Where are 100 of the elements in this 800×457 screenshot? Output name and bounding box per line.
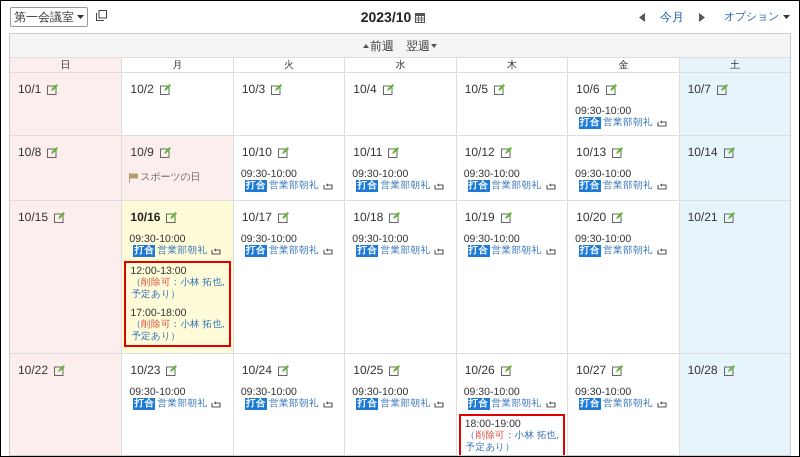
event-time: 09:30-10:00 — [240, 168, 298, 180]
event-tag: 打合 — [468, 245, 490, 257]
event-title[interactable]: 営業部朝礼 — [268, 245, 319, 257]
day-date[interactable]: 10/16 — [130, 208, 160, 226]
edit-icon[interactable] — [278, 146, 289, 158]
day-date[interactable]: 10/14 — [688, 143, 718, 161]
event-title[interactable]: 営業部朝礼 — [268, 180, 319, 192]
edit-icon[interactable] — [47, 146, 58, 158]
event-title[interactable]: 営業部朝礼 — [603, 398, 654, 410]
event-time: 17:00-18:00 — [130, 307, 188, 319]
weekday-header: 木 — [456, 58, 568, 73]
event-title[interactable]: 営業部朝礼 — [380, 398, 430, 410]
next-week-link[interactable]: 翌週 — [406, 36, 437, 54]
edit-icon[interactable] — [47, 84, 58, 94]
edit-icon[interactable] — [382, 84, 394, 94]
day-date[interactable]: 10/11 — [353, 143, 382, 161]
edit-icon[interactable] — [160, 84, 171, 94]
event-title[interactable]: 営業部朝礼 — [157, 398, 208, 410]
edit-icon[interactable] — [54, 364, 66, 376]
options-menu[interactable]: オプション — [724, 8, 790, 26]
event-time: 09:30-10:00 — [240, 233, 298, 245]
edit-icon[interactable] — [724, 364, 735, 376]
edit-icon[interactable] — [389, 364, 400, 376]
day-date[interactable]: 10/27 — [576, 361, 606, 379]
day-date[interactable]: 10/12 — [464, 143, 495, 161]
next-icon[interactable] — [699, 12, 705, 22]
edit-icon[interactable] — [500, 364, 512, 376]
previous-icon[interactable] — [639, 12, 645, 22]
new-window-icon[interactable] — [96, 10, 107, 20]
day-date[interactable]: 10/5 — [464, 80, 488, 98]
day-date[interactable]: 10/9 — [130, 143, 154, 161]
day-date[interactable]: 10/1 — [18, 80, 42, 98]
event-time: 09:30-10:00 — [352, 168, 410, 180]
day-date[interactable]: 10/20 — [576, 208, 606, 226]
edit-icon[interactable] — [160, 146, 171, 158]
weekday-header: 日 — [10, 58, 122, 73]
edit-icon[interactable] — [716, 84, 728, 94]
event-title[interactable]: 営業部朝礼 — [603, 180, 654, 192]
event-title[interactable]: 営業部朝礼 — [603, 245, 654, 257]
edit-icon[interactable] — [724, 146, 735, 158]
day-date[interactable]: 10/26 — [464, 361, 495, 379]
edit-icon[interactable] — [724, 212, 735, 222]
day-date[interactable]: 10/21 — [688, 208, 718, 226]
current-month-link[interactable]: 今月 — [660, 8, 684, 26]
day-date[interactable]: 10/18 — [353, 208, 384, 226]
day-date[interactable]: 10/13 — [576, 143, 606, 161]
previous-week-link[interactable]: 前週 — [363, 36, 394, 54]
edit-icon[interactable] — [500, 146, 512, 158]
edit-icon[interactable] — [612, 364, 624, 376]
event-title[interactable]: 営業部朝礼 — [492, 180, 542, 192]
caret-icon — [783, 15, 790, 19]
event-title[interactable]: 営業部朝礼 — [157, 245, 208, 257]
event-title[interactable]: 営業部朝礼 — [492, 398, 542, 410]
day-date[interactable]: 10/10 — [242, 143, 272, 161]
edit-icon[interactable] — [166, 364, 178, 376]
day-date[interactable]: 10/24 — [242, 361, 272, 379]
edit-icon[interactable] — [54, 212, 66, 222]
conflict-note[interactable]: （削除可：小林 拓也, 予定あり） — [464, 430, 560, 454]
day-date[interactable]: 10/25 — [353, 361, 384, 379]
event-tag: 打合 — [133, 398, 156, 410]
event-time: 09:30-10:00 — [464, 233, 521, 245]
day-date[interactable]: 10/4 — [353, 80, 377, 98]
day-date[interactable]: 10/17 — [242, 208, 272, 226]
event-time: 09:30-10:00 — [129, 233, 186, 245]
event-title[interactable]: 営業部朝礼 — [603, 117, 654, 129]
event-time: 09:30-10:00 — [352, 233, 410, 245]
day-date[interactable]: 10/2 — [130, 80, 154, 98]
event-title[interactable]: 営業部朝礼 — [268, 398, 319, 410]
month-title: 2023/10 — [360, 8, 412, 26]
edit-icon[interactable] — [389, 212, 400, 222]
event-title[interactable]: 営業部朝礼 — [492, 245, 542, 257]
event-tag: 打合 — [244, 245, 267, 257]
day-date[interactable]: 10/7 — [688, 80, 711, 98]
edit-icon[interactable] — [388, 146, 400, 158]
edit-icon[interactable] — [166, 212, 178, 222]
day-date[interactable]: 10/6 — [576, 80, 600, 98]
day-date[interactable]: 10/23 — [130, 361, 160, 379]
edit-icon[interactable] — [612, 212, 624, 222]
edit-icon[interactable] — [500, 212, 512, 222]
event-time: 18:00-19:00 — [464, 418, 522, 430]
edit-icon[interactable] — [271, 84, 282, 94]
edit-icon[interactable] — [494, 84, 506, 94]
conflict-note[interactable]: （削除可：小林 拓也, 予定あり） — [130, 277, 225, 301]
edit-icon[interactable] — [278, 364, 289, 376]
event-title[interactable]: 営業部朝礼 — [380, 180, 430, 192]
day-date[interactable]: 10/3 — [242, 80, 266, 98]
event-title[interactable]: 営業部朝礼 — [380, 245, 430, 257]
edit-icon[interactable] — [606, 84, 616, 94]
day-date[interactable]: 10/19 — [464, 208, 495, 226]
edit-icon[interactable] — [612, 146, 624, 158]
day-date[interactable]: 10/15 — [18, 208, 48, 226]
day-date[interactable]: 10/28 — [688, 361, 718, 379]
event-time: 09:30-10:00 — [464, 168, 521, 180]
edit-icon[interactable] — [278, 212, 289, 222]
facility-select[interactable]: 第一会議室 — [10, 7, 88, 27]
conflict-note[interactable]: （削除可：小林 拓也, 予定あり） — [130, 319, 225, 343]
day-date[interactable]: 10/22 — [18, 361, 48, 379]
caret-icon — [431, 44, 437, 48]
day-date[interactable]: 10/8 — [18, 143, 42, 161]
calendar-icon[interactable] — [415, 12, 426, 22]
